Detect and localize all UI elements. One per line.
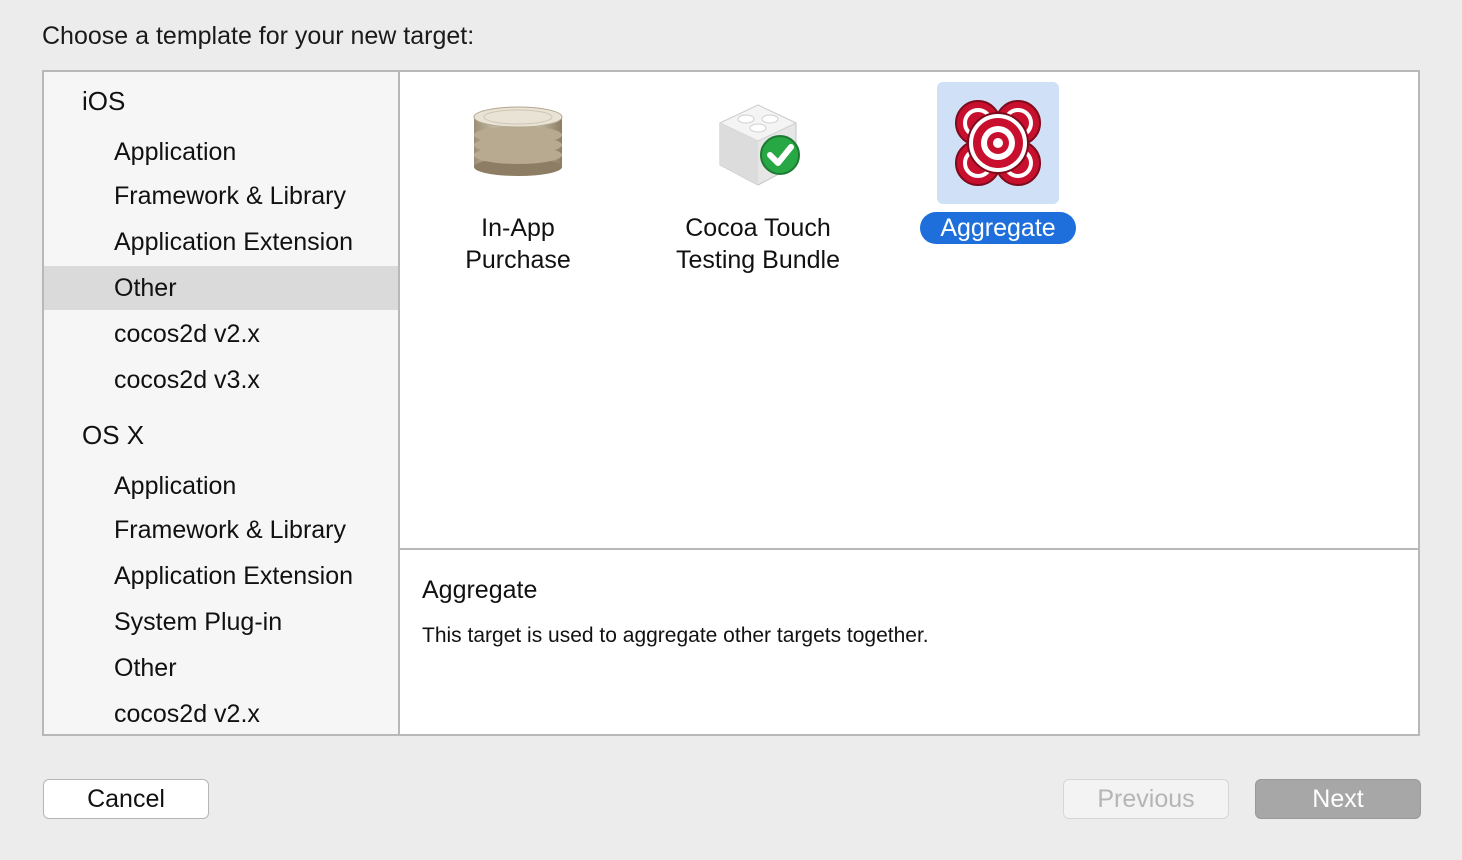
sidebar-group-ios: iOS bbox=[82, 86, 126, 116]
template-aggregate[interactable]: Aggregate bbox=[888, 82, 1108, 244]
sidebar-item-osx-framework-library[interactable]: Framework & Library bbox=[44, 508, 398, 552]
template-cocoa-touch-testing-bundle[interactable]: Cocoa Touch Testing Bundle bbox=[648, 82, 868, 276]
sidebar-item-ios-application-extension[interactable]: Application Extension bbox=[44, 220, 398, 264]
template-details: Aggregate This target is used to aggrega… bbox=[400, 550, 1418, 734]
sidebar-group-osx: OS X bbox=[82, 420, 145, 450]
platform-sidebar: iOS Application Framework & Library Appl… bbox=[44, 72, 400, 734]
dialog-heading: Choose a template for your new target: bbox=[42, 22, 475, 50]
template-label: Cocoa Touch Testing Bundle bbox=[675, 214, 840, 274]
cancel-button[interactable]: Cancel bbox=[43, 779, 209, 819]
sidebar-item-ios-cocos2d-v3[interactable]: cocos2d v3.x bbox=[44, 358, 398, 402]
details-title: Aggregate bbox=[422, 576, 538, 604]
details-description: This target is used to aggregate other t… bbox=[422, 624, 929, 647]
previous-button[interactable]: Previous bbox=[1063, 779, 1229, 819]
sidebar-item-osx-system-plugin[interactable]: System Plug-in bbox=[44, 600, 398, 644]
template-browser: iOS Application Framework & Library Appl… bbox=[42, 70, 1420, 736]
sidebar-item-ios-framework-library[interactable]: Framework & Library bbox=[44, 174, 398, 218]
template-grid: In-App Purchase Cocoa Touch Testing Bund… bbox=[400, 72, 1418, 548]
lego-check-icon bbox=[697, 82, 819, 204]
template-dialog: Choose a template for your new target: i… bbox=[0, 0, 1462, 860]
sidebar-item-ios-cocos2d-v2[interactable]: cocos2d v2.x bbox=[44, 312, 398, 356]
target-icon bbox=[937, 82, 1059, 204]
coin-stack-icon bbox=[457, 82, 579, 204]
template-label: Aggregate bbox=[920, 212, 1076, 244]
sidebar-item-ios-other[interactable]: Other bbox=[44, 266, 398, 310]
sidebar-item-osx-application-extension[interactable]: Application Extension bbox=[44, 554, 398, 598]
sidebar-item-osx-other[interactable]: Other bbox=[44, 646, 398, 690]
sidebar-item-osx-cocos2d-v2[interactable]: cocos2d v2.x bbox=[44, 692, 398, 734]
template-label: In-App Purchase bbox=[465, 214, 571, 274]
sidebar-item-ios-application[interactable]: Application bbox=[44, 130, 398, 174]
sidebar-item-osx-application[interactable]: Application bbox=[44, 464, 398, 508]
template-in-app-purchase[interactable]: In-App Purchase bbox=[408, 82, 628, 276]
next-button[interactable]: Next bbox=[1255, 779, 1421, 819]
